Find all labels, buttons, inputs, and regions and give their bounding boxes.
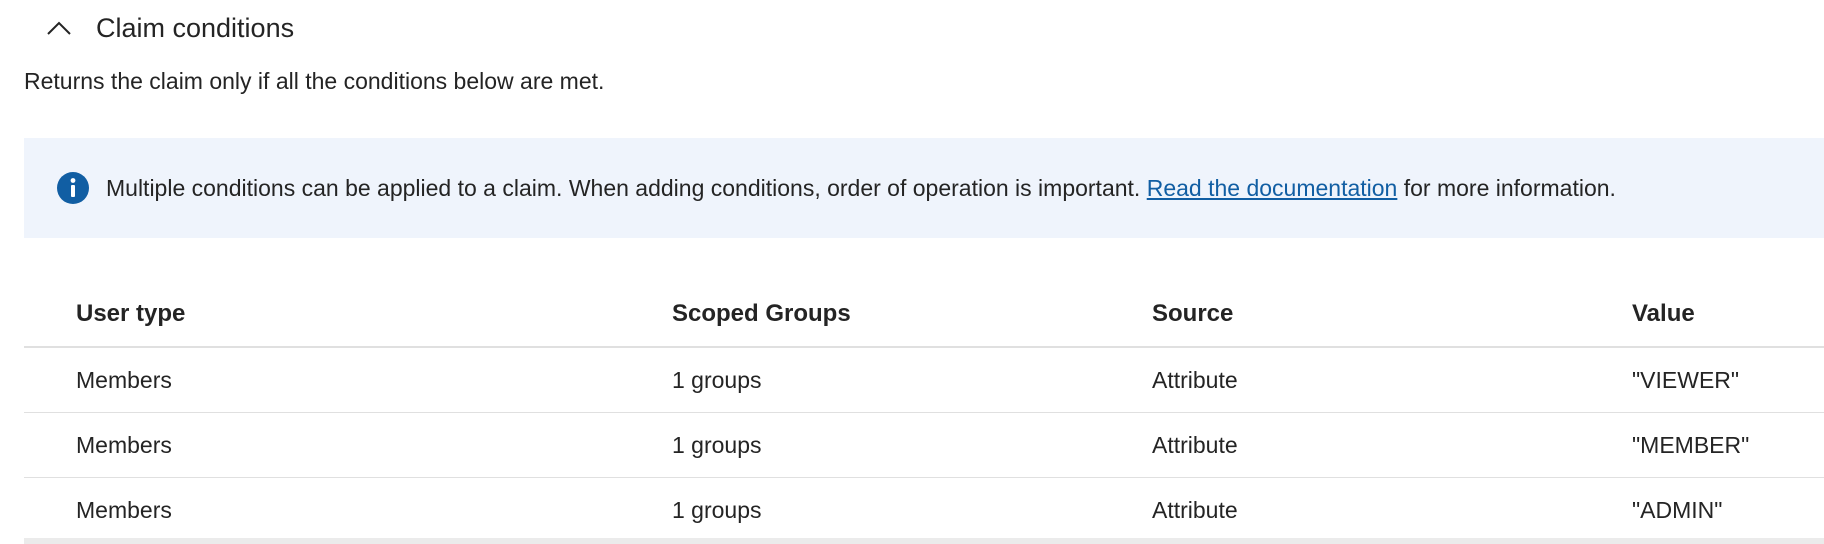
column-header-value[interactable]: Value (1632, 282, 1695, 346)
table-row[interactable]: Members 1 groups Attribute "VIEWER" (24, 348, 1824, 413)
cell-user-type: Members (76, 496, 172, 523)
chevron-up-icon (46, 18, 74, 38)
column-header-source[interactable]: Source (1152, 282, 1233, 346)
cell-scoped-groups: 1 groups (672, 496, 762, 523)
cell-value: "VIEWER" (1632, 366, 1740, 393)
cell-user-type: Members (76, 431, 172, 458)
cell-source: Attribute (1152, 366, 1238, 393)
table-header-row: User type Scoped Groups Source Value (24, 282, 1824, 348)
info-message-bar: Multiple conditions can be applied to a … (24, 138, 1824, 238)
cell-source: Attribute (1152, 431, 1238, 458)
read-documentation-link[interactable]: Read the documentation (1147, 175, 1398, 201)
info-message-body: Multiple conditions can be applied to a … (106, 174, 1147, 201)
cell-scoped-groups: 1 groups (672, 431, 762, 458)
cell-value: "MEMBER" (1632, 431, 1750, 458)
cell-scoped-groups: 1 groups (672, 366, 762, 393)
table-bottom-divider (24, 538, 1824, 544)
table-row[interactable]: Members 1 groups Attribute "MEMBER" (24, 413, 1824, 478)
section-title: Claim conditions (96, 12, 295, 43)
info-message-suffix: for more information. (1397, 174, 1616, 201)
table-row[interactable]: Members 1 groups Attribute "ADMIN" (24, 478, 1824, 543)
info-icon (56, 171, 90, 205)
column-header-scoped-groups[interactable]: Scoped Groups (672, 282, 851, 346)
claim-conditions-panel: Claim conditions Returns the claim only … (0, 0, 1824, 544)
info-message-text: Multiple conditions can be applied to a … (106, 175, 1616, 202)
cell-value: "ADMIN" (1632, 496, 1723, 523)
column-header-user-type[interactable]: User type (76, 282, 185, 346)
conditions-table: User type Scoped Groups Source Value Mem… (24, 282, 1824, 543)
section-description: Returns the claim only if all the condit… (24, 68, 605, 94)
cell-source: Attribute (1152, 496, 1238, 523)
cell-user-type: Members (76, 366, 172, 393)
claim-conditions-toggle[interactable]: Claim conditions (46, 8, 294, 48)
